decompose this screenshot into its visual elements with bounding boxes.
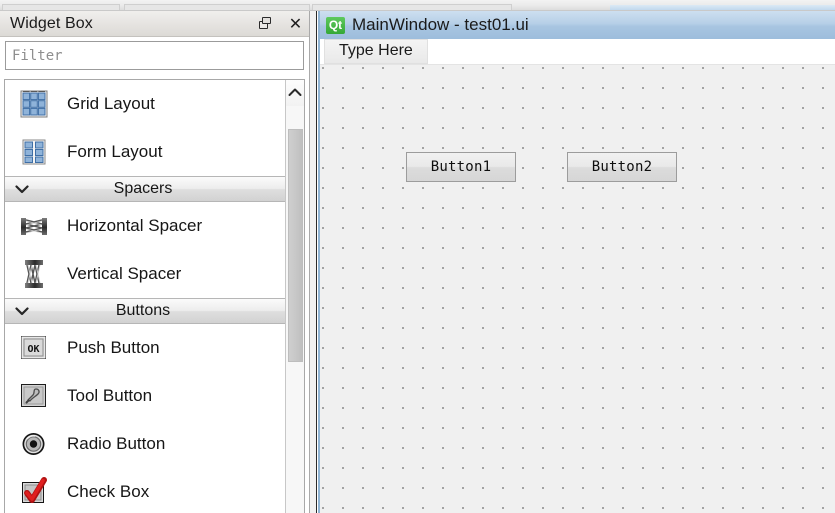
widget-box-title: Widget Box [10,14,93,32]
vertical-spacer-icon [17,257,51,291]
list-item-vertical-spacer[interactable]: Vertical Spacer [5,250,287,298]
list-item-label: Form Layout [67,142,163,161]
chevron-up-icon [288,84,302,102]
widget-list: Grid Layout Form Layout Spacers Horizont… [5,80,287,513]
group-label: Spacers [113,180,173,197]
horizontal-spacer-icon [17,209,51,243]
qt-logo-icon: Qt [326,16,345,34]
chevron-down-icon [15,184,29,194]
toolbar-segment [124,4,310,10]
list-item-label: Tool Button [67,386,153,405]
list-item-label: Check Box [67,482,150,501]
form-widget-button2[interactable]: Button2 [567,152,677,182]
scrollbar-thumb[interactable] [288,129,303,362]
toolbar-segment [2,4,120,10]
scrollbar-up-button[interactable] [286,80,304,106]
group-header-spacers[interactable]: Spacers [5,176,287,202]
form-titlebar[interactable]: Qt MainWindow - test01.ui [320,11,835,39]
form-layout-icon [17,135,51,169]
grid-layout-icon [17,87,51,121]
list-item-label: Horizontal Spacer [67,216,203,235]
qt-designer-window: Widget Box ✕ Filter Grid Layout Form Lay… [0,0,835,513]
list-item-tool-button[interactable]: Tool Button [5,372,287,420]
toolbar-segment [312,4,512,10]
widget-list-frame: Grid Layout Form Layout Spacers Horizont… [4,79,305,513]
menu-type-here[interactable]: Type Here [324,39,428,64]
list-item-label: Grid Layout [67,94,155,113]
widget-list-scrollbar[interactable] [285,80,304,513]
form-preview-window: Qt MainWindow - test01.ui Type Here Butt… [318,11,835,513]
group-label: Buttons [115,302,171,319]
list-item-grid-layout[interactable]: Grid Layout [5,80,287,128]
svg-text:OK: OK [27,344,39,355]
widget-box-titlebar: Widget Box ✕ [0,11,309,37]
check-box-icon [17,475,51,509]
form-canvas[interactable]: Button1 Button2 [320,65,835,513]
group-header-buttons[interactable]: Buttons [5,298,287,324]
chevron-down-icon [15,306,29,316]
form-title: MainWindow - test01.ui [352,15,529,34]
dock-splitter[interactable] [310,11,317,513]
list-item-label: Push Button [67,338,160,357]
list-item-label: Radio Button [67,434,166,453]
radio-button-icon [17,427,51,461]
list-item-check-box[interactable]: Check Box [5,468,287,513]
filter-row [0,37,309,74]
filter-input[interactable] [5,41,304,70]
close-icon[interactable]: ✕ [288,16,303,32]
list-item-radio-button[interactable]: Radio Button [5,420,287,468]
form-menubar[interactable]: Type Here [320,39,835,65]
widget-box-titlebar-buttons: ✕ [259,11,303,37]
list-item-label: Vertical Spacer [67,264,182,283]
float-icon[interactable] [259,16,274,32]
list-item-push-button[interactable]: OK Push Button [5,324,287,372]
form-widget-button1[interactable]: Button1 [406,152,516,182]
tool-button-icon [17,379,51,413]
push-button-icon: OK [17,331,51,365]
list-item-form-layout[interactable]: Form Layout [5,128,287,176]
top-toolbar-strip [0,0,835,11]
list-item-horizontal-spacer[interactable]: Horizontal Spacer [5,202,287,250]
widget-box-dock: Widget Box ✕ Filter Grid Layout Form Lay… [0,11,310,513]
